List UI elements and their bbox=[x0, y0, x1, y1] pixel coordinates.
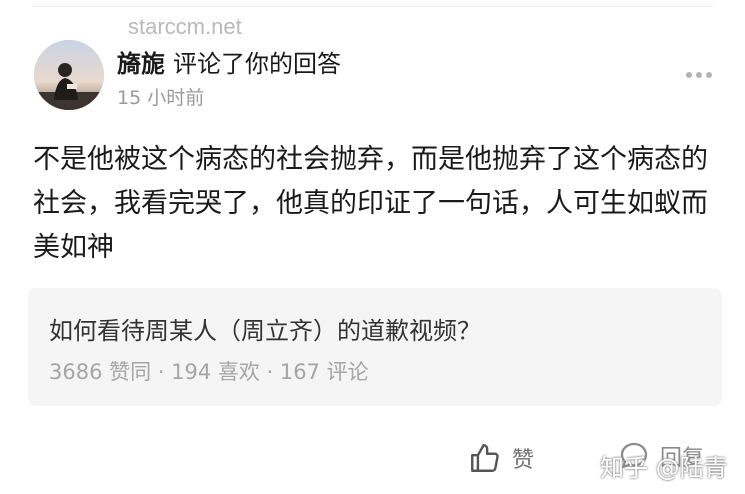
like-label: 赞 bbox=[512, 448, 535, 473]
thumbs-up-icon bbox=[471, 444, 499, 472]
like-button[interactable]: 赞 bbox=[468, 441, 534, 475]
more-options-button[interactable] bbox=[686, 72, 712, 78]
avatar[interactable] bbox=[34, 40, 104, 110]
question-stats: 3686 赞同 · 194 喜欢 · 167 评论 bbox=[49, 360, 369, 384]
timestamp: 15 小时前 bbox=[117, 87, 205, 109]
top-divider bbox=[32, 6, 713, 7]
comment-text: 不是他被这个病态的社会抛弃，而是他抛弃了这个病态的社会，我看完哭了，他真的印证了… bbox=[33, 144, 708, 263]
more-horizontal-icon bbox=[686, 72, 692, 78]
question-card[interactable]: 如何看待周某人（周立齐）的道歉视频？ 3686 赞同 · 194 喜欢 · 16… bbox=[28, 288, 722, 406]
user-name[interactable]: 旖旎 bbox=[117, 50, 165, 78]
action-text: 评论了你的回答 bbox=[173, 50, 341, 78]
watermark-top: starccm.net bbox=[128, 14, 242, 39]
watermark-bottom: 知乎 @陆青 bbox=[600, 454, 728, 482]
comment-header: 旖旎 评论了你的回答 bbox=[117, 44, 341, 79]
question-title[interactable]: 如何看待周某人（周立齐）的道歉视频？ bbox=[49, 311, 481, 346]
